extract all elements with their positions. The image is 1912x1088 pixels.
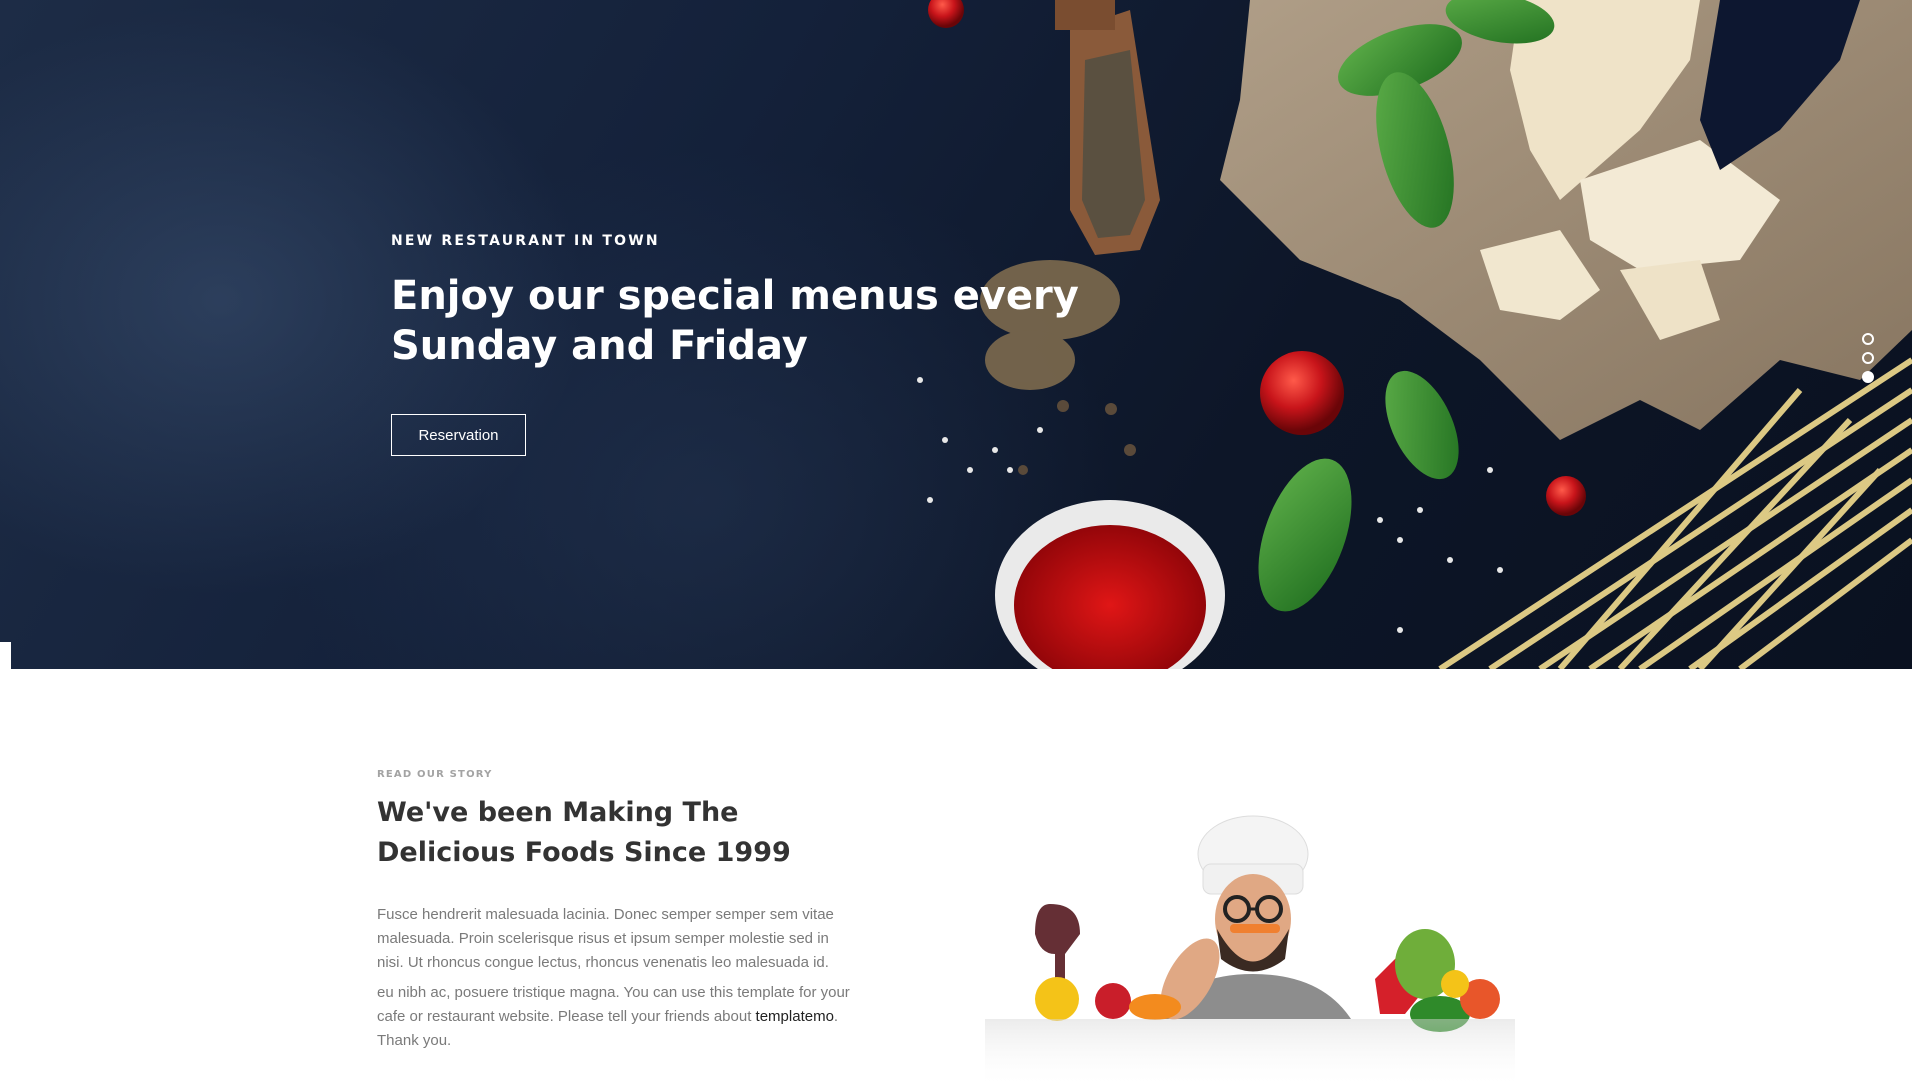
- story-paragraph: Fusce hendrerit malesuada lacinia. Donec…: [377, 906, 834, 971]
- hero-banner: NEW RESTAURANT IN TOWN Enjoy our special…: [0, 0, 1912, 669]
- story-paragraph: eu nibh ac, posuere tristique magna. You…: [377, 981, 852, 1053]
- templatemo-link[interactable]: templatemo: [756, 1008, 834, 1025]
- story-title: We've been Making The Delicious Foods Si…: [377, 797, 791, 868]
- slider-dots: [1862, 333, 1876, 390]
- slider-dot-icon[interactable]: [1862, 352, 1874, 364]
- chef-photo-illustration: [985, 815, 1515, 1088]
- hero-title: Enjoy our special menus every Sunday and…: [391, 273, 1079, 369]
- reservation-button[interactable]: Reservation: [391, 414, 526, 456]
- hero-content: NEW RESTAURANT IN TOWN Enjoy our special…: [391, 233, 1151, 456]
- corner-notch: [0, 642, 11, 669]
- story-text: READ OUR STORY We've been Making The Del…: [377, 769, 857, 1053]
- hero-eyebrow: NEW RESTAURANT IN TOWN: [391, 233, 660, 249]
- story-eyebrow: READ OUR STORY: [377, 769, 493, 780]
- slider-dot-icon[interactable]: [1862, 371, 1874, 383]
- slider-dot-icon[interactable]: [1862, 333, 1874, 345]
- story-section: READ OUR STORY We've been Making The Del…: [0, 669, 1912, 1088]
